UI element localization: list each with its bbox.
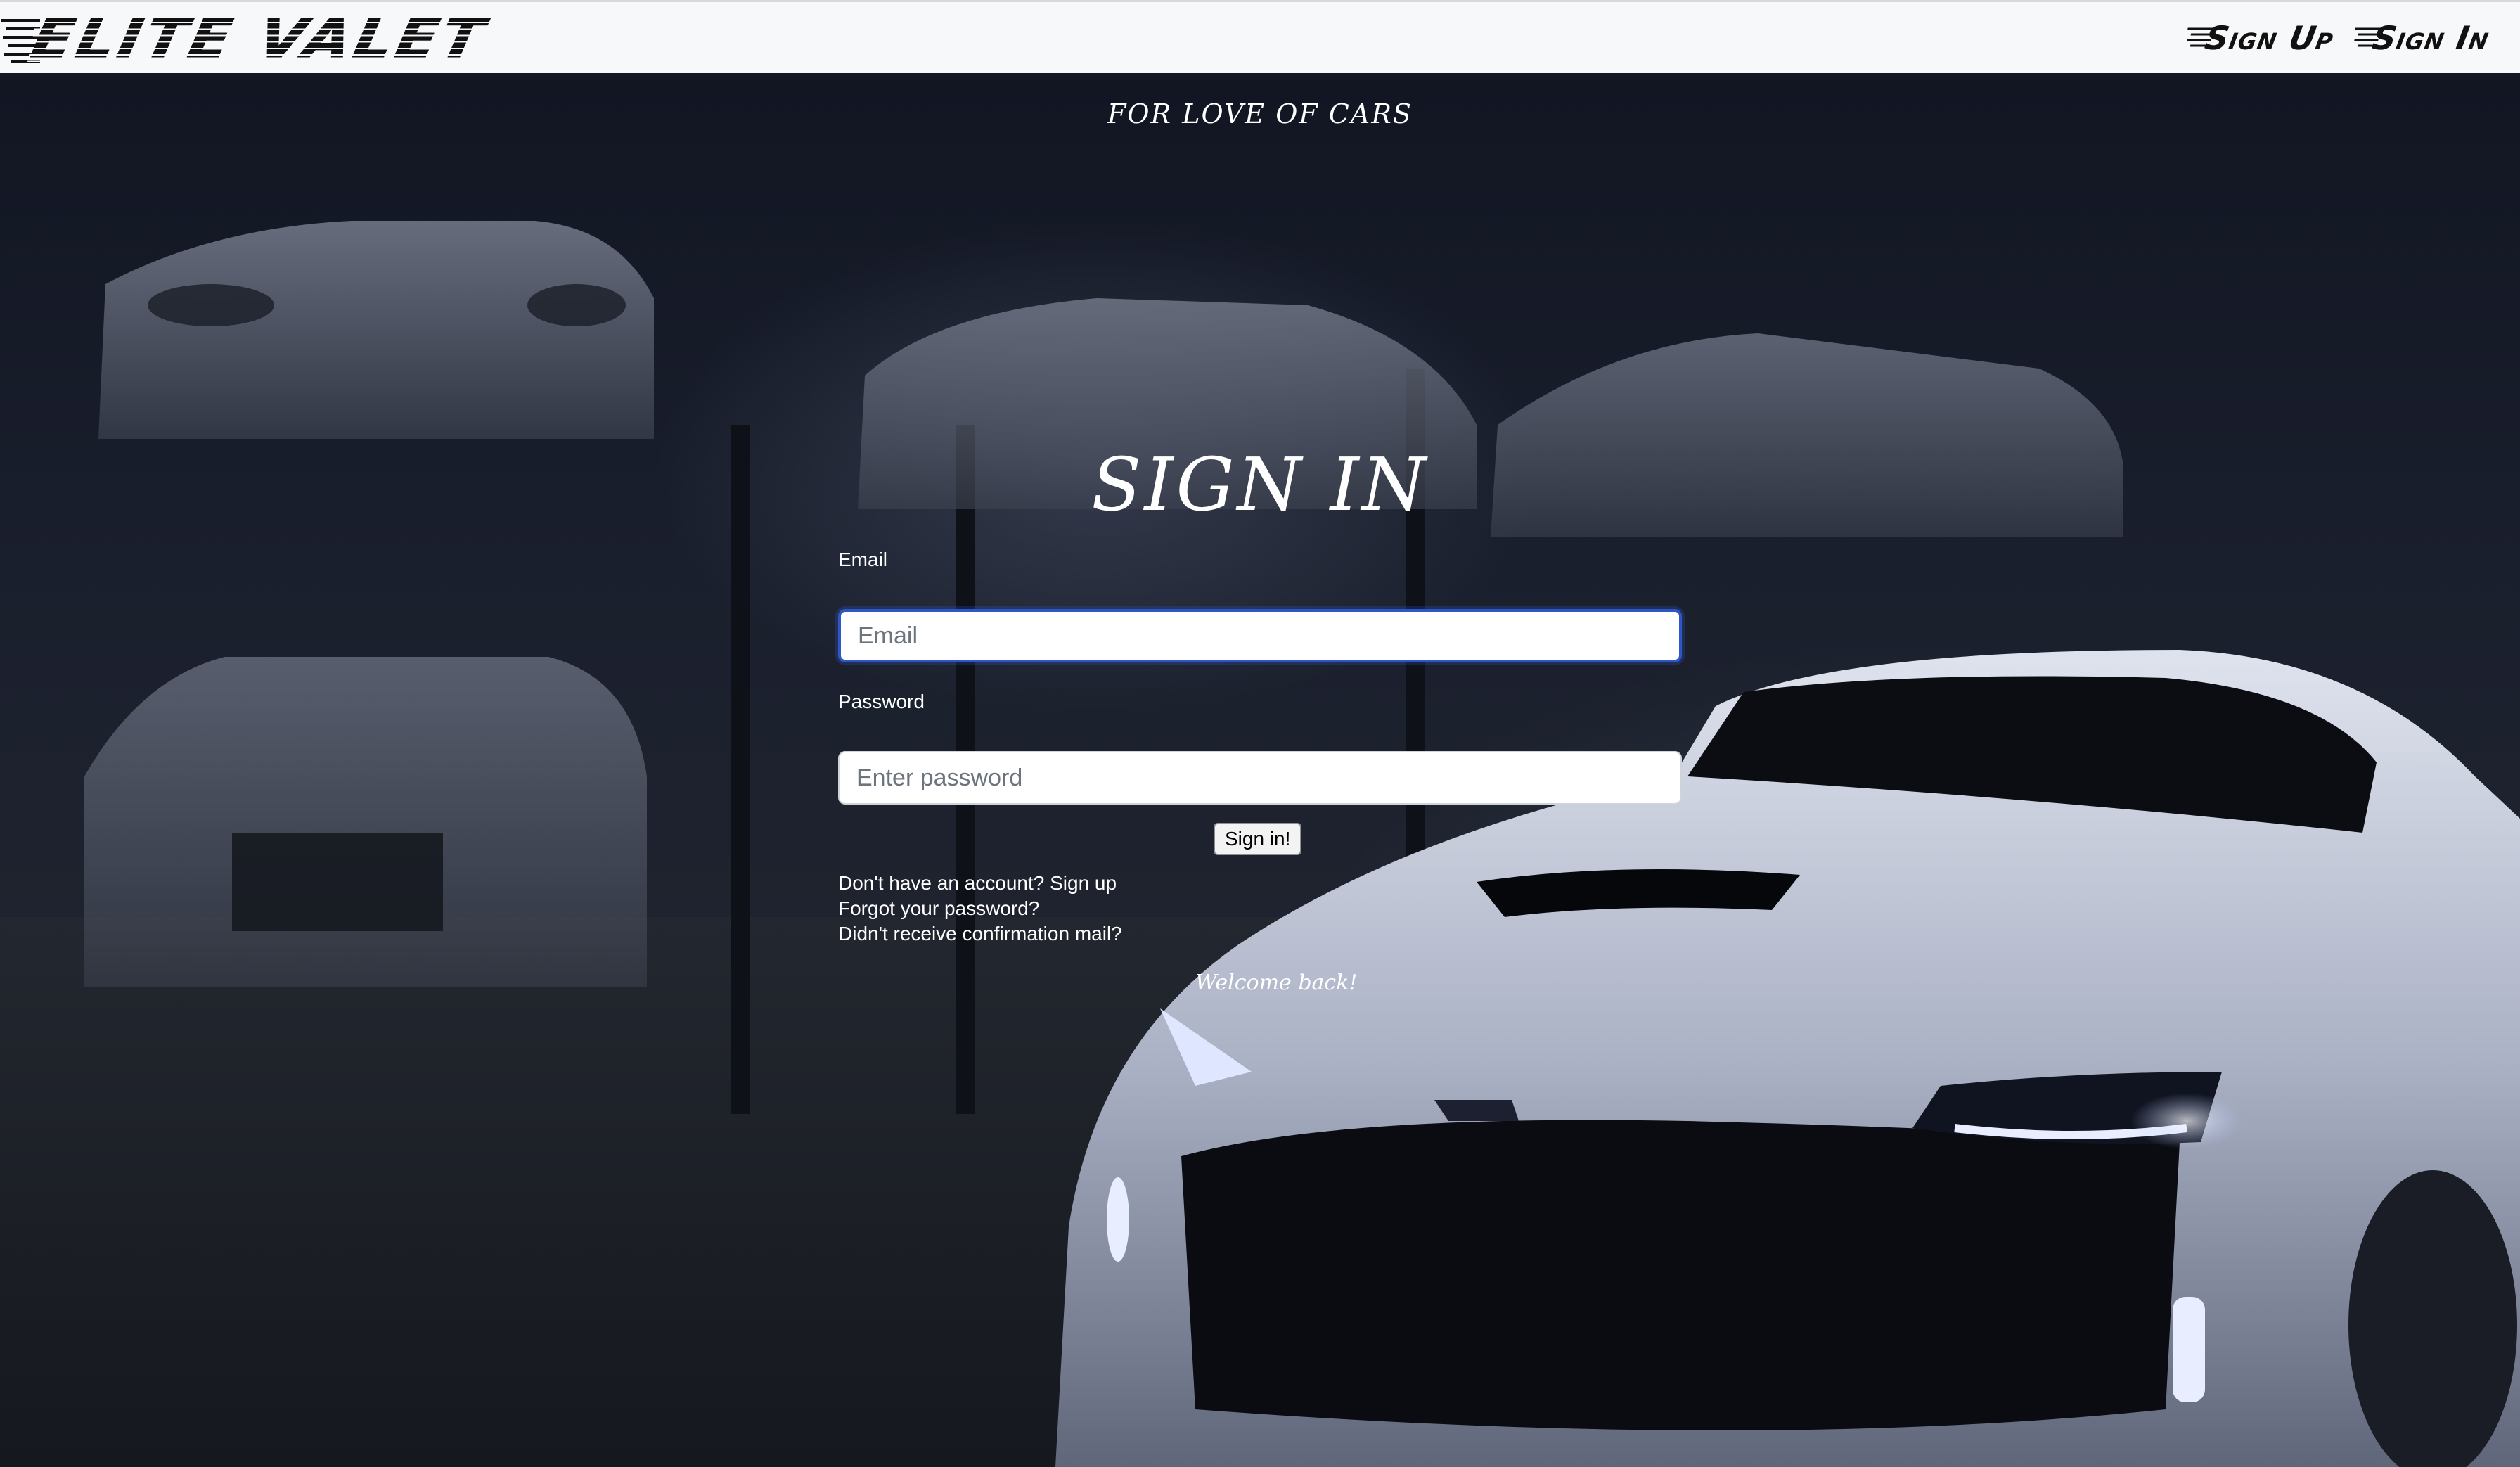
- resend-confirmation-link[interactable]: Didn't receive confirmation mail?: [838, 921, 1122, 947]
- sign-up-link[interactable]: Don't have an account? Sign up: [838, 871, 1122, 896]
- brand-name: ELITE VALET: [25, 6, 493, 71]
- submit-row: Sign in!: [1214, 823, 1302, 855]
- nav-sign-in-link[interactable]: Sign In: [2350, 19, 2493, 57]
- tagline: FOR LOVE OF CARS: [1107, 98, 1413, 129]
- password-field[interactable]: [838, 751, 1682, 805]
- page-title: SIGN IN: [1091, 442, 1429, 527]
- brand-logo[interactable]: ELITE VALET: [1, 7, 492, 70]
- nav-sign-up-label: Sign Up: [2202, 19, 2337, 57]
- nav-sign-in-label: Sign In: [2370, 19, 2493, 57]
- nav-links: Sign Up Sign In: [2186, 19, 2493, 57]
- speed-lines-icon: [2354, 27, 2381, 47]
- email-label: Email: [838, 549, 888, 570]
- auth-links: Don't have an account? Sign up Forgot yo…: [838, 871, 1122, 947]
- navbar: ELITE VALET Sign Up Sign In: [0, 0, 2520, 73]
- sign-in-form: Email Password: [838, 546, 1682, 830]
- nav-sign-up-link[interactable]: Sign Up: [2182, 19, 2337, 57]
- speed-lines-icon: [2187, 27, 2213, 47]
- email-field[interactable]: [838, 609, 1682, 662]
- sign-in-button[interactable]: Sign in!: [1214, 823, 1302, 855]
- password-label: Password: [838, 691, 925, 712]
- flash-message: Welcome back!: [1195, 970, 1358, 995]
- forgot-password-link[interactable]: Forgot your password?: [838, 896, 1122, 921]
